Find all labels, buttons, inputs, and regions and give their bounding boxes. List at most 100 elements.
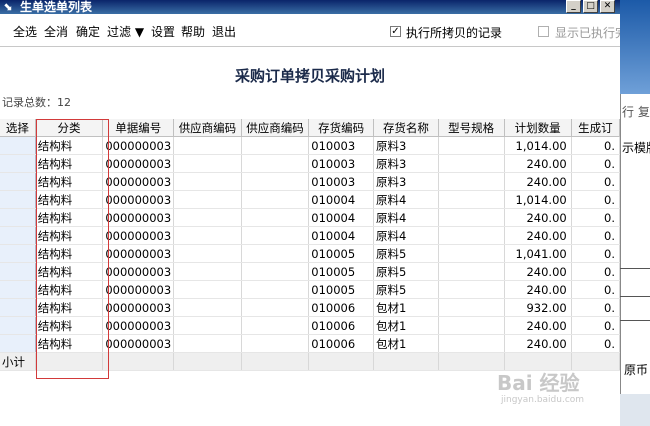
- table-row[interactable]: 结构料 000000003 010006 包材1 240.00 0.: [0, 334, 620, 353]
- select-cell[interactable]: [0, 334, 36, 353]
- column-header[interactable]: 计划数量: [504, 119, 572, 137]
- select-cell[interactable]: [0, 262, 36, 281]
- item-name-cell: 原料3: [373, 136, 439, 155]
- select-cell[interactable]: [0, 280, 36, 299]
- select-cell[interactable]: [0, 190, 36, 209]
- select-cell[interactable]: [0, 316, 36, 335]
- generated-cell: 0.: [571, 190, 620, 209]
- table-row[interactable]: 结构料 000000003 010006 包材1 240.00 0.: [0, 316, 620, 335]
- item-code-cell: 010006: [308, 316, 375, 335]
- minimize-button[interactable]: _: [566, 0, 581, 13]
- item-code-cell: 010006: [308, 298, 375, 317]
- table-row[interactable]: 结构料 000000003 010003 原料3 240.00 0.: [0, 154, 620, 173]
- supplier-code-cell: [173, 262, 242, 281]
- supplier-code-cell: [173, 190, 242, 209]
- item-name-cell: 原料5: [373, 280, 439, 299]
- window-title: 生单选单列表: [20, 0, 93, 14]
- help-button[interactable]: 帮助: [181, 23, 205, 40]
- select-cell[interactable]: [0, 136, 36, 155]
- execute-copied-checkbox[interactable]: ✓: [390, 26, 401, 37]
- column-header[interactable]: 选择: [0, 119, 36, 137]
- supplier-code-cell: [173, 136, 242, 155]
- table-row[interactable]: 结构料 000000003 010004 原料4 1,014.00 0.: [0, 190, 620, 209]
- supplier-code-cell: [241, 334, 310, 353]
- subtotal-cell: [102, 352, 175, 371]
- item-code-cell: 010003: [308, 172, 375, 191]
- column-header[interactable]: 存货名称: [373, 119, 439, 137]
- column-header[interactable]: 型号规格: [438, 119, 505, 137]
- supplier-code-cell: [173, 298, 242, 317]
- settings-button[interactable]: 设置: [151, 23, 175, 40]
- close-button[interactable]: ✕: [600, 0, 615, 13]
- column-header[interactable]: 分类: [35, 119, 104, 137]
- execute-copied-label: 执行所拷贝的记录: [406, 26, 503, 40]
- category-cell: 结构料: [35, 226, 104, 245]
- generated-cell: 0.: [571, 226, 620, 245]
- category-cell: 结构料: [35, 316, 104, 335]
- confirm-button[interactable]: 确定: [76, 23, 100, 40]
- doc-number-cell: 000000003: [102, 262, 175, 281]
- supplier-code-cell: [173, 280, 242, 299]
- spec-cell: [438, 190, 505, 209]
- item-name-cell: 原料5: [373, 244, 439, 263]
- plan-qty-cell: 1,014.00: [504, 190, 572, 209]
- supplier-code-cell: [173, 316, 242, 335]
- table-row[interactable]: 结构料 000000003 010005 原料5 240.00 0.: [0, 262, 620, 281]
- plan-qty-cell: 240.00: [504, 316, 572, 335]
- doc-number-cell: 000000003: [102, 136, 175, 155]
- doc-number-cell: 000000003: [102, 280, 175, 299]
- maximize-button[interactable]: □: [583, 0, 598, 13]
- table-row[interactable]: 结构料 000000003 010003 原料3 240.00 0.: [0, 172, 620, 191]
- show-executed-checkbox[interactable]: [538, 26, 549, 37]
- select-cell[interactable]: [0, 226, 36, 245]
- item-name-cell: 原料3: [373, 172, 439, 191]
- supplier-code-cell: [241, 208, 310, 227]
- category-cell: 结构料: [35, 154, 104, 173]
- category-cell: 结构料: [35, 190, 104, 209]
- subtotal-cell: [504, 352, 572, 371]
- select-cell[interactable]: [0, 154, 36, 173]
- column-header[interactable]: 生成订: [571, 119, 620, 137]
- column-header[interactable]: 存货编码: [308, 119, 375, 137]
- table-row[interactable]: 结构料 000000003 010005 原料5 1,041.00 0.: [0, 244, 620, 263]
- column-header[interactable]: 供应商编码: [173, 119, 242, 137]
- generated-cell: 0.: [571, 208, 620, 227]
- supplier-code-cell: [241, 154, 310, 173]
- toolbar: 全选 全消 确定 过滤 ▼ 设置 帮助 退出 ✓ 执行所拷贝的记录 显示已执行完: [0, 14, 620, 47]
- spec-cell: [438, 334, 505, 353]
- supplier-code-cell: [241, 244, 310, 263]
- select-cell[interactable]: [0, 172, 36, 191]
- doc-number-cell: 000000003: [102, 316, 175, 335]
- item-name-cell: 包材1: [373, 298, 439, 317]
- select-cell[interactable]: [0, 208, 36, 227]
- select-cell[interactable]: [0, 298, 36, 317]
- table-row[interactable]: 结构料 000000003 010006 包材1 932.00 0.: [0, 298, 620, 317]
- spec-cell: [438, 172, 505, 191]
- spec-cell: [438, 262, 505, 281]
- column-header[interactable]: 供应商编码: [241, 119, 310, 137]
- exit-button[interactable]: 退出: [212, 23, 236, 40]
- item-code-cell: 010004: [308, 226, 375, 245]
- select-cell[interactable]: [0, 244, 36, 263]
- item-name-cell: 原料5: [373, 262, 439, 281]
- table-row[interactable]: 结构料 000000003 010004 原料4 240.00 0.: [0, 226, 620, 245]
- subtotal-cell: [373, 352, 439, 371]
- generated-cell: 0.: [571, 298, 620, 317]
- column-header[interactable]: 单据编号: [102, 119, 175, 137]
- table-row[interactable]: 结构料 000000003 010004 原料4 240.00 0.: [0, 208, 620, 227]
- table-row[interactable]: 结构料 000000003 010005 原料5 240.00 0.: [0, 280, 620, 299]
- category-cell: 结构料: [35, 136, 104, 155]
- filter-dropdown-button[interactable]: 过滤 ▼: [107, 23, 144, 40]
- supplier-code-cell: [241, 136, 310, 155]
- subtotal-cell: [173, 352, 242, 371]
- table-row[interactable]: 结构料 000000003 010003 原料3 1,014.00 0.: [0, 136, 620, 155]
- divider: [620, 296, 650, 297]
- spec-cell: [438, 244, 505, 263]
- show-executed-label: 显示已执行完: [555, 26, 620, 40]
- select-all-button[interactable]: 全选: [13, 23, 37, 40]
- plan-qty-cell: 240.00: [504, 208, 572, 227]
- plan-qty-cell: 932.00: [504, 298, 572, 317]
- item-code-cell: 010005: [308, 244, 375, 263]
- item-code-cell: 010006: [308, 334, 375, 353]
- deselect-all-button[interactable]: 全消: [44, 23, 68, 40]
